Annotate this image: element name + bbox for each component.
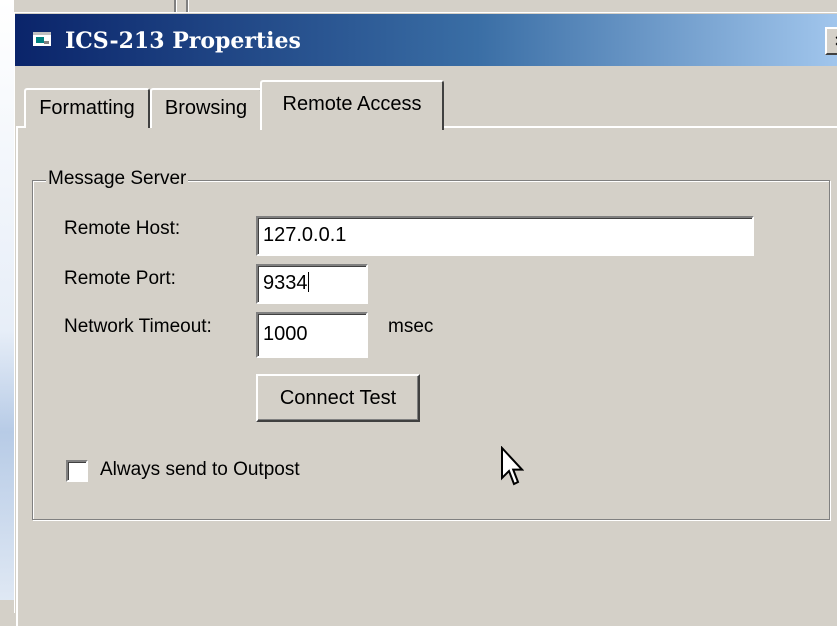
title-bar[interactable]: ICS-213 Properties: [15, 14, 837, 66]
timeout-unit-label: msec: [388, 316, 434, 337]
remote-host-input[interactable]: 127.0.0.1: [256, 216, 754, 256]
connect-test-button[interactable]: Connect Test: [256, 374, 420, 422]
network-timeout-input[interactable]: 1000: [256, 312, 368, 358]
close-icon[interactable]: ×: [825, 27, 837, 55]
remote-host-value: 127.0.0.1: [263, 224, 347, 246]
tab-browsing[interactable]: Browsing: [150, 88, 262, 128]
network-timeout-label: Network Timeout:: [64, 316, 212, 337]
remote-host-label: Remote Host:: [64, 218, 181, 239]
remote-port-input[interactable]: 9334: [256, 264, 368, 304]
tab-remote-access[interactable]: Remote Access: [260, 80, 444, 130]
text-caret: [307, 272, 309, 292]
window-title: ICS-213 Properties: [65, 28, 301, 54]
desktop-background: [0, 0, 14, 600]
mouse-pointer-icon: [501, 446, 524, 486]
tab-formatting[interactable]: Formatting: [24, 88, 150, 128]
separator: [186, 0, 189, 12]
always-send-label[interactable]: Always send to Outpost: [100, 459, 300, 481]
remote-port-label: Remote Port:: [64, 268, 176, 289]
separator: [174, 0, 177, 12]
always-send-checkbox[interactable]: [66, 460, 88, 482]
remote-port-value: 9334: [263, 272, 308, 294]
tab-label: Formatting: [39, 97, 135, 119]
tab-label: Browsing: [164, 97, 248, 119]
tab-label: Remote Access: [282, 93, 422, 115]
app-window-icon: [33, 32, 51, 46]
group-title: Message Server: [46, 168, 189, 190]
network-timeout-value: 1000: [263, 323, 308, 345]
